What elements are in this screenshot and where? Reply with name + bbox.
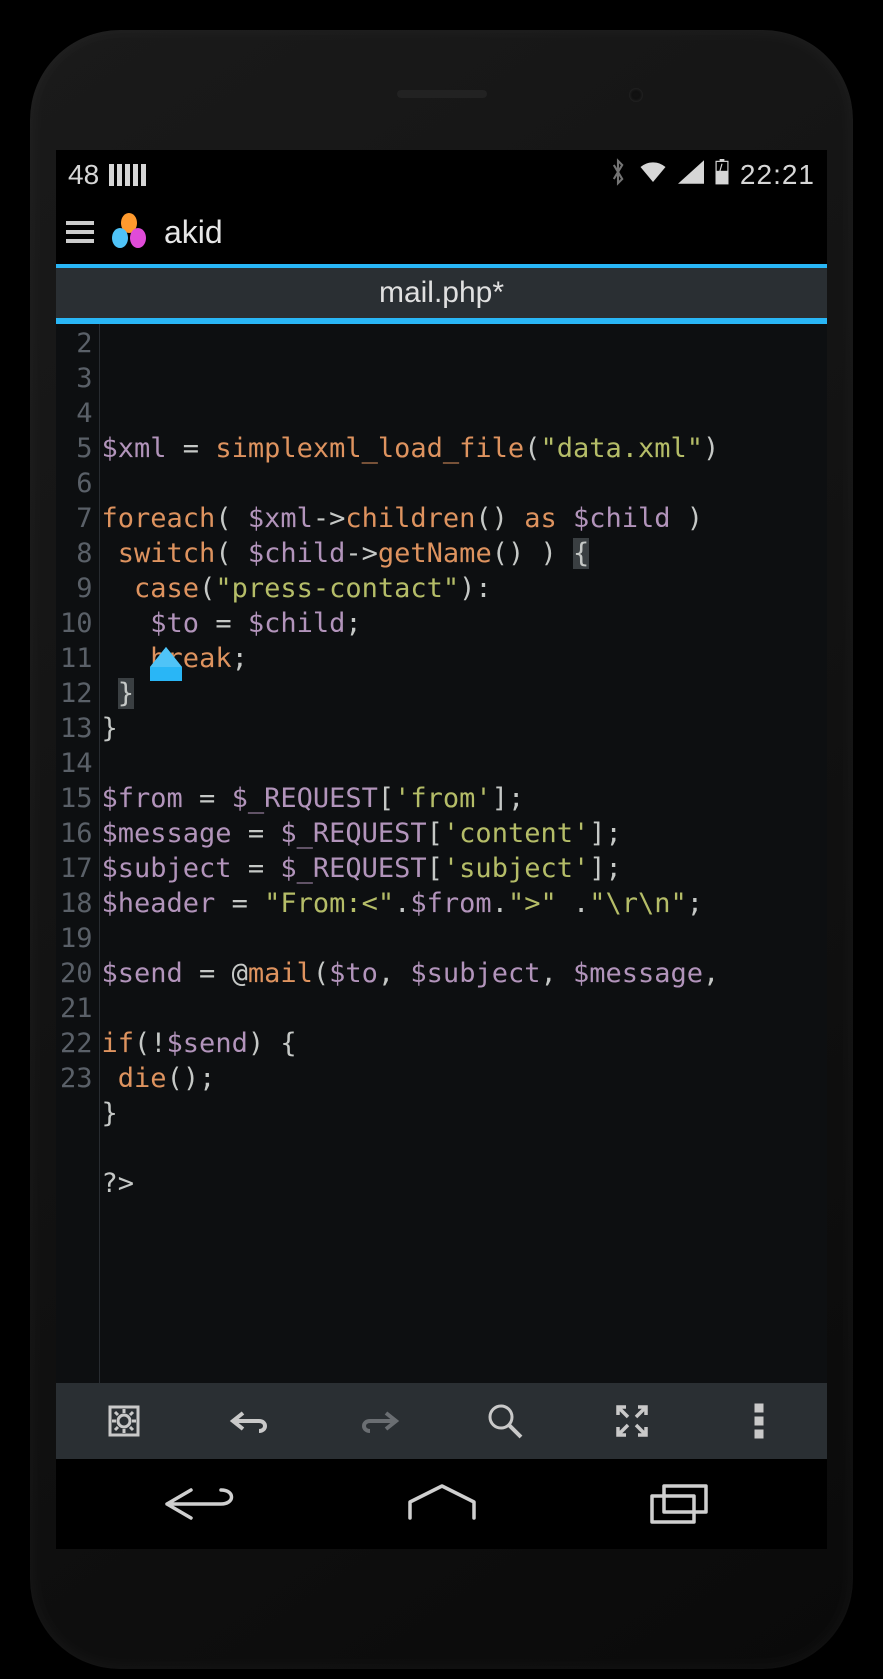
back-button[interactable] — [155, 1479, 255, 1529]
code-line[interactable]: switch( $child->getName() ) { — [102, 536, 827, 571]
android-nav-bar — [56, 1459, 827, 1549]
code-line[interactable]: $to = $child; — [102, 606, 827, 641]
bluetooth-icon — [608, 158, 628, 193]
battery-charging-icon — [714, 159, 730, 192]
line-number: 5 — [60, 431, 93, 466]
notification-count: 48 — [68, 159, 99, 191]
editor-toolbar — [56, 1383, 827, 1459]
line-number: 2 — [60, 326, 93, 361]
file-tab[interactable]: mail.php* — [379, 276, 504, 310]
code-area[interactable]: $xml = simplexml_load_file("data.xml")fo… — [100, 324, 827, 1383]
phone-frame: 48 22:21 — [30, 30, 853, 1669]
notification-icon — [109, 164, 146, 186]
code-line[interactable]: $xml = simplexml_load_file("data.xml") — [102, 431, 827, 466]
app-title: akid — [164, 214, 223, 251]
code-line[interactable] — [102, 746, 827, 781]
line-number: 21 — [60, 991, 93, 1026]
code-line[interactable]: if(!$send) { — [102, 1026, 827, 1061]
code-line[interactable]: $subject = $_REQUEST['subject']; — [102, 851, 827, 886]
code-line[interactable]: } — [102, 676, 827, 711]
undo-button[interactable] — [224, 1394, 278, 1448]
line-number: 3 — [60, 361, 93, 396]
menu-icon[interactable] — [66, 221, 94, 243]
code-line[interactable] — [102, 466, 827, 501]
code-line[interactable]: die(); — [102, 1061, 827, 1096]
fullscreen-button[interactable] — [605, 1394, 659, 1448]
line-number: 4 — [60, 396, 93, 431]
screen: 48 22:21 — [56, 150, 827, 1549]
code-line[interactable]: $from = $_REQUEST['from']; — [102, 781, 827, 816]
code-line[interactable]: $send = @mail($to, $subject, $message, — [102, 956, 827, 991]
line-number: 19 — [60, 921, 93, 956]
code-line[interactable] — [102, 921, 827, 956]
signal-icon — [678, 159, 704, 191]
line-number: 17 — [60, 851, 93, 886]
code-line[interactable]: $header = "From:<".$from.">" ."\r\n"; — [102, 886, 827, 921]
line-number: 23 — [60, 1061, 93, 1096]
line-number: 12 — [60, 676, 93, 711]
line-number: 11 — [60, 641, 93, 676]
code-line[interactable]: case("press-contact"): — [102, 571, 827, 606]
settings-button[interactable] — [97, 1394, 151, 1448]
line-number: 22 — [60, 1026, 93, 1061]
code-line[interactable]: foreach( $xml->children() as $child ) — [102, 501, 827, 536]
line-number: 10 — [60, 606, 93, 641]
tab-bar: mail.php* — [56, 268, 827, 324]
android-status-bar: 48 22:21 — [56, 150, 827, 200]
line-number: 16 — [60, 816, 93, 851]
code-line[interactable]: $message = $_REQUEST['content']; — [102, 816, 827, 851]
code-line[interactable] — [102, 991, 827, 1026]
status-right: 22:21 — [608, 158, 815, 193]
line-number: 20 — [60, 956, 93, 991]
line-number-gutter: 234567891011121314151617181920212223 — [56, 324, 100, 1383]
line-number: 15 — [60, 781, 93, 816]
wifi-icon — [638, 159, 668, 191]
redo-button[interactable] — [351, 1394, 405, 1448]
code-line[interactable]: } — [102, 1096, 827, 1131]
recent-apps-button[interactable] — [629, 1479, 729, 1529]
line-number: 18 — [60, 886, 93, 921]
app-logo-icon — [108, 211, 150, 253]
code-line[interactable]: } — [102, 711, 827, 746]
code-line[interactable]: ?> — [102, 1166, 827, 1201]
overflow-menu-button[interactable] — [732, 1394, 786, 1448]
line-number: 6 — [60, 466, 93, 501]
status-left: 48 — [68, 159, 146, 191]
line-number: 9 — [60, 571, 93, 606]
phone-camera — [629, 88, 643, 102]
search-button[interactable] — [478, 1394, 532, 1448]
code-line[interactable]: break; — [102, 641, 827, 676]
phone-speaker — [397, 90, 487, 98]
status-clock: 22:21 — [740, 159, 815, 191]
line-number: 13 — [60, 711, 93, 746]
code-editor[interactable]: 234567891011121314151617181920212223 $xm… — [56, 324, 827, 1383]
line-number: 14 — [60, 746, 93, 781]
code-line[interactable] — [102, 1131, 827, 1166]
line-number: 8 — [60, 536, 93, 571]
app-header: akid — [56, 200, 827, 268]
line-number: 7 — [60, 501, 93, 536]
home-button[interactable] — [392, 1479, 492, 1529]
